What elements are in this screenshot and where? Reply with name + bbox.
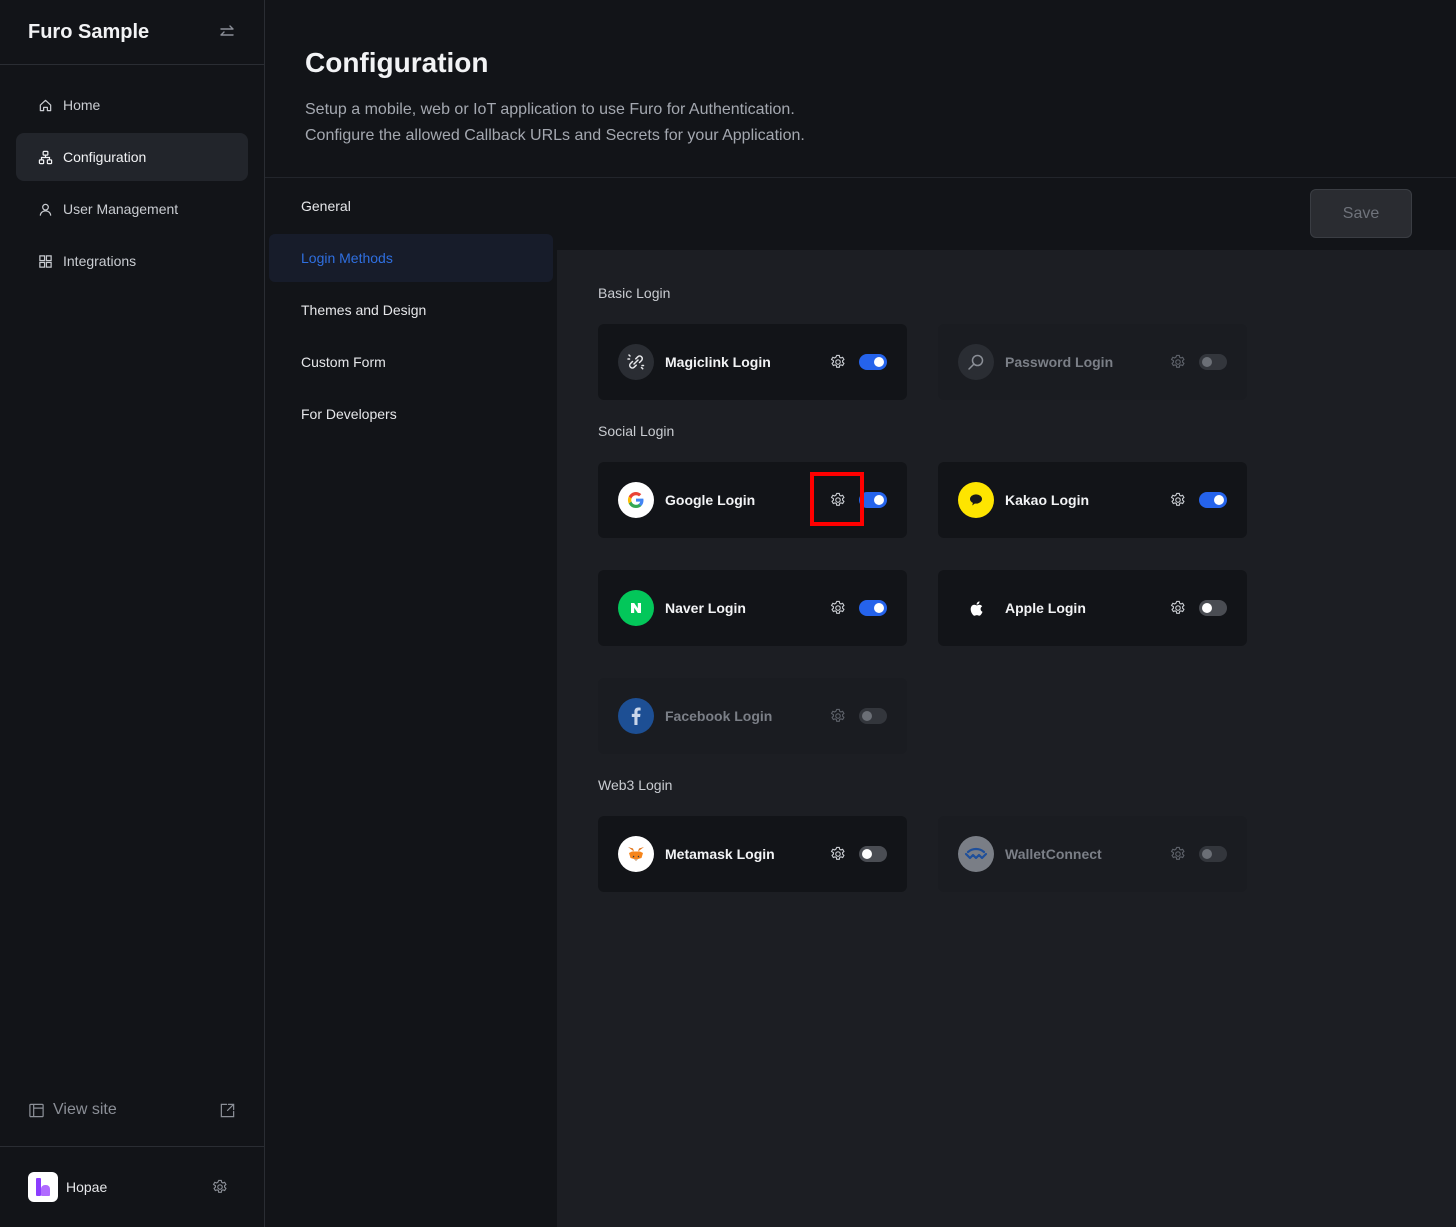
toggle-knob <box>874 603 884 613</box>
apple-settings-gear-icon[interactable] <box>1169 599 1187 617</box>
main-area: Configuration Setup a mobile, web or IoT… <box>265 0 1456 1227</box>
config-subnav: General Login Methods Themes and Design … <box>265 178 557 1227</box>
facebook-logo-icon <box>618 698 654 734</box>
workspace-name: Hopae <box>66 1179 108 1195</box>
home-icon <box>39 99 52 111</box>
workspace-logo <box>35 1178 51 1196</box>
metamask-logo-icon <box>618 836 654 872</box>
toggle-knob <box>1202 357 1212 367</box>
toggle-knob <box>1202 603 1212 613</box>
workspace-switcher[interactable]: Hopae <box>28 1172 107 1202</box>
magiclink-toggle[interactable] <box>859 354 887 370</box>
grid-icon <box>39 254 52 268</box>
google-toggle[interactable] <box>859 492 887 508</box>
kakao-toggle[interactable] <box>1199 492 1227 508</box>
sidebar-item-label: User Management <box>63 201 179 217</box>
section-web3-login: Web3 Login <box>598 777 673 793</box>
user-icon <box>39 203 52 216</box>
toggle-knob <box>874 357 884 367</box>
naver-settings-gear-icon[interactable] <box>829 599 847 617</box>
view-site-label: View site <box>53 1101 117 1118</box>
sidebar-item-label: Home <box>63 97 101 113</box>
apple-toggle[interactable] <box>1199 600 1227 616</box>
password-login-label: Password Login <box>1005 354 1114 370</box>
view-site-link[interactable]: View site <box>28 1101 117 1119</box>
section-social-login: Social Login <box>598 423 675 439</box>
sidebar-nav: Home Configuration User Management Integ… <box>0 65 264 301</box>
page-header: Configuration Setup a mobile, web or IoT… <box>265 0 1456 178</box>
walletconnect-logo-icon <box>958 836 994 872</box>
toggle-knob <box>874 495 884 505</box>
subnav-general[interactable]: General <box>269 182 553 230</box>
toggle-knob <box>862 711 872 721</box>
magiclink-icon <box>618 344 654 380</box>
page-title: Configuration <box>305 47 489 78</box>
apple-login-label: Apple Login <box>1005 600 1086 616</box>
kakao-settings-gear-icon[interactable] <box>1169 491 1187 509</box>
sidebar-item-integrations[interactable]: Integrations <box>16 237 248 285</box>
facebook-toggle[interactable] <box>859 708 887 724</box>
google-logo-icon <box>618 482 654 518</box>
apple-logo-icon <box>958 590 994 626</box>
sidebar-header: Furo Sample <box>0 0 264 65</box>
toggle-knob <box>1214 495 1224 505</box>
sitemap-icon <box>38 150 53 164</box>
naver-toggle[interactable] <box>859 600 887 616</box>
naver-logo-icon <box>618 590 654 626</box>
password-settings-gear-icon[interactable] <box>1169 353 1187 371</box>
toolbar: Save <box>557 178 1456 250</box>
sidebar-item-home[interactable]: Home <box>16 81 248 129</box>
metamask-settings-gear-icon[interactable] <box>829 845 847 863</box>
save-button[interactable]: Save <box>1310 189 1412 238</box>
sidebar-item-configuration[interactable]: Configuration <box>16 133 248 181</box>
sidebar-item-label: Configuration <box>63 149 147 165</box>
walletconnect-toggle[interactable] <box>1199 846 1227 862</box>
layout-icon <box>29 1103 44 1117</box>
workspace-settings-gear-icon[interactable] <box>211 1178 229 1196</box>
view-site-row: View site <box>0 1088 264 1132</box>
toggle-knob <box>1202 849 1212 859</box>
apple-login-card: Apple Login <box>938 570 1247 646</box>
metamask-toggle[interactable] <box>859 846 887 862</box>
subnav-themes-design[interactable]: Themes and Design <box>269 286 553 334</box>
walletconnect-card: WalletConnect <box>938 816 1247 892</box>
workspace-avatar <box>28 1172 58 1202</box>
app-title: Furo Sample <box>28 20 150 43</box>
password-toggle[interactable] <box>1199 354 1227 370</box>
external-link-icon[interactable] <box>219 1102 236 1119</box>
subnav-custom-form[interactable]: Custom Form <box>269 338 553 386</box>
workspace-footer: Hopae <box>0 1146 264 1227</box>
sidebar-item-label: Integrations <box>63 253 137 269</box>
naver-login-label: Naver Login <box>665 600 746 616</box>
section-basic-login: Basic Login <box>598 285 671 301</box>
login-methods-panel: Save Basic Login Magiclink Login Passwor… <box>557 178 1456 1227</box>
sidebar-item-user-management[interactable]: User Management <box>16 185 248 233</box>
metamask-login-card: Metamask Login <box>598 816 907 892</box>
google-login-label: Google Login <box>665 492 756 508</box>
toggle-knob <box>862 849 872 859</box>
facebook-login-card: Facebook Login <box>598 678 907 754</box>
facebook-settings-gear-icon[interactable] <box>829 707 847 725</box>
password-login-card: Password Login <box>938 324 1247 400</box>
metamask-login-label: Metamask Login <box>665 846 775 862</box>
kakao-login-card: Kakao Login <box>938 462 1247 538</box>
subnav-login-methods[interactable]: Login Methods <box>269 234 553 282</box>
kakao-logo-icon <box>958 482 994 518</box>
magiclink-login-label: Magiclink Login <box>665 354 771 370</box>
kakao-login-label: Kakao Login <box>1005 492 1090 508</box>
walletconnect-label: WalletConnect <box>1005 846 1102 862</box>
walletconnect-settings-gear-icon[interactable] <box>1169 845 1187 863</box>
google-login-card: Google Login <box>598 462 907 538</box>
magiclink-settings-gear-icon[interactable] <box>829 353 847 371</box>
google-settings-gear-icon[interactable] <box>829 491 847 509</box>
facebook-login-label: Facebook Login <box>665 708 773 724</box>
page-description-line1: Setup a mobile, web or IoT application t… <box>305 101 795 118</box>
magiclink-login-card: Magiclink Login <box>598 324 907 400</box>
page-description-line2: Configure the allowed Callback URLs and … <box>305 127 805 144</box>
collapse-sidebar-icon[interactable] <box>218 23 236 41</box>
naver-login-card: Naver Login <box>598 570 907 646</box>
sidebar: Furo Sample Home Configuration User Mana… <box>0 0 265 1227</box>
subnav-for-developers[interactable]: For Developers <box>269 390 553 438</box>
search-key-icon <box>958 344 994 380</box>
